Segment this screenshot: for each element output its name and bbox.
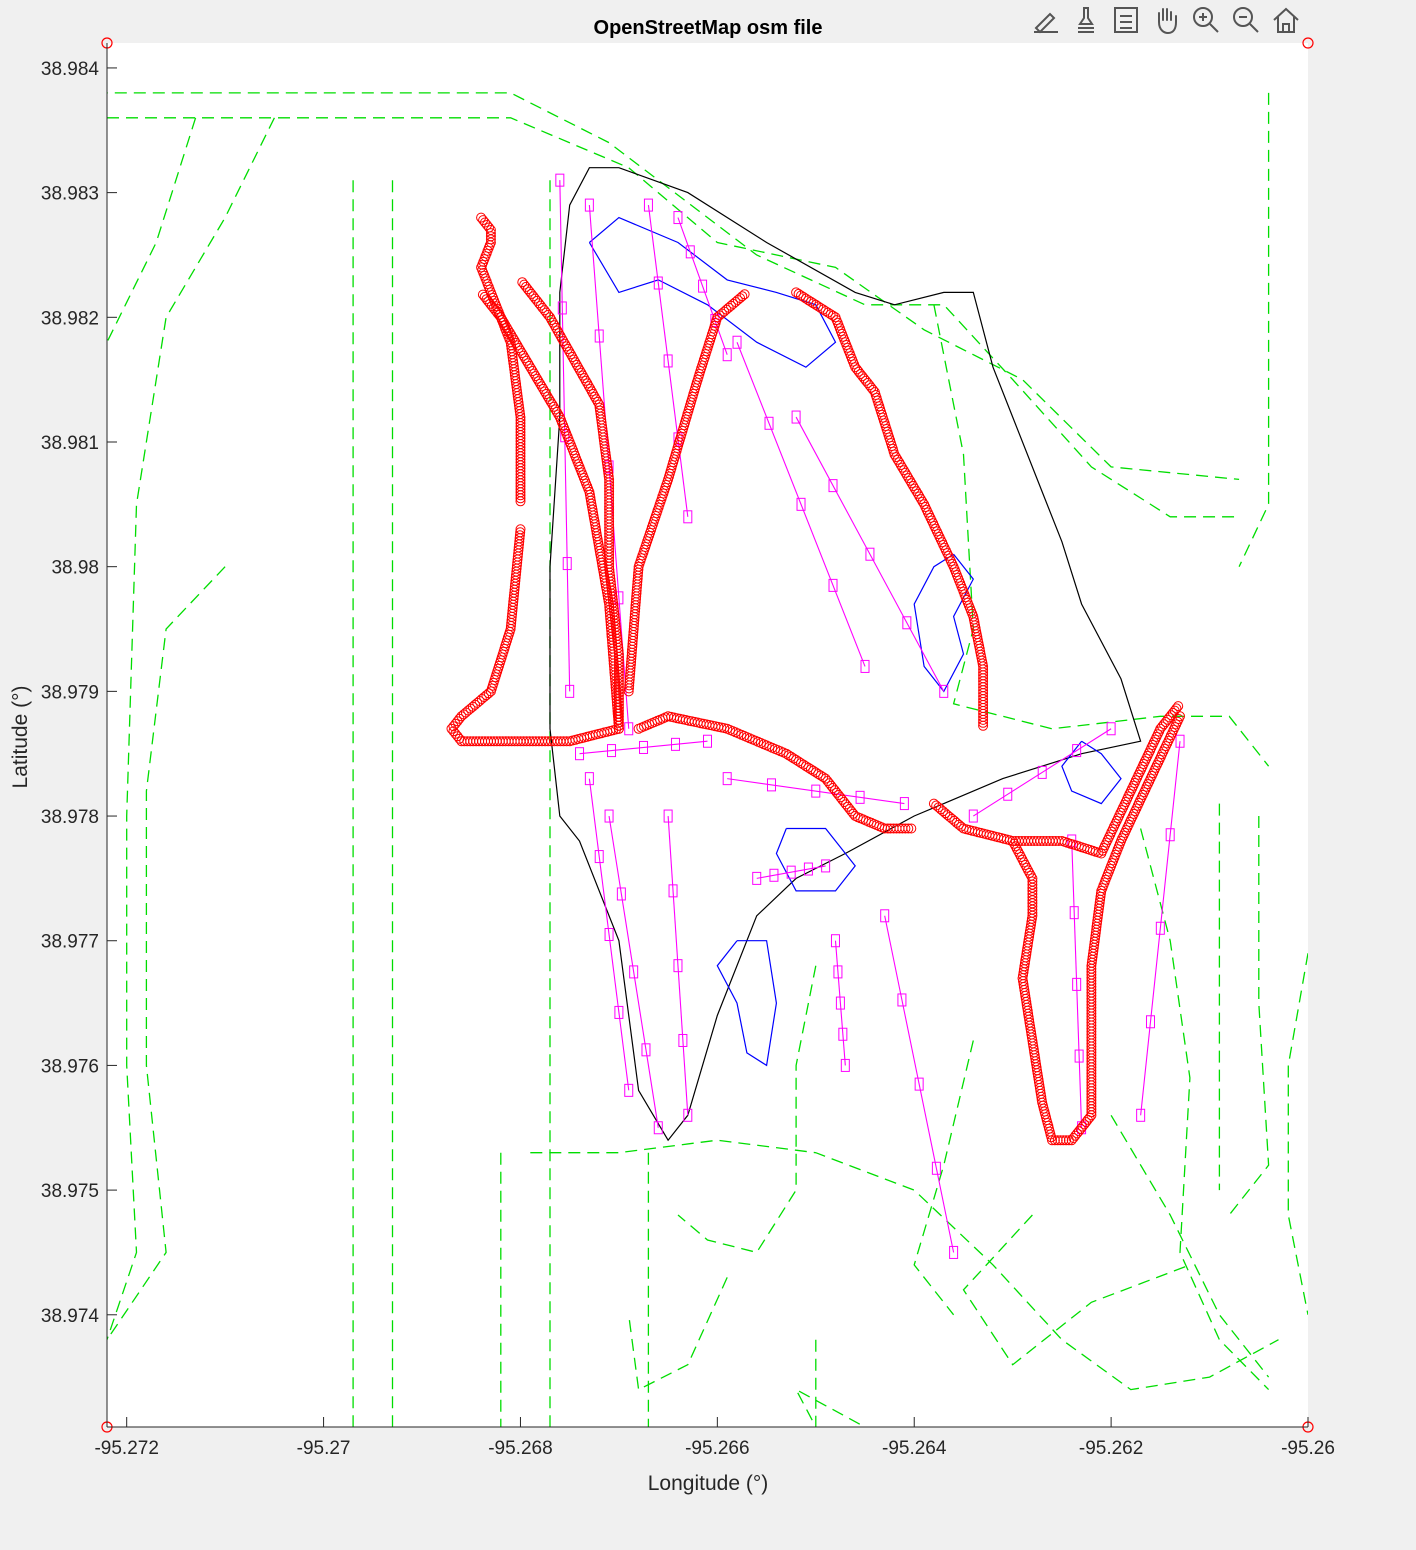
axes-toolbar <box>1028 2 1304 42</box>
x-tick-label-2: -95.268 <box>488 1438 552 1459</box>
y-tick-label-6: 38.98 <box>51 558 99 579</box>
x-axis-label: Longitude (°) <box>648 1472 768 1495</box>
y-tick-label-5: 38.979 <box>41 682 99 703</box>
legend-icon <box>1114 7 1138 33</box>
figure-title: OpenStreetMap osm file <box>594 17 823 39</box>
x-tick-label-5: -95.262 <box>1079 1438 1143 1459</box>
matlab-figure: -95.272 -95.27 -95.268 -95.266 -95.264 -95.26… <box>0 0 1416 1550</box>
x-tick-label-1: -95.27 <box>297 1438 351 1459</box>
y-tick-label-10: 38.984 <box>41 59 100 80</box>
zoom-in-button[interactable] <box>1188 2 1224 38</box>
y-tick-label-1: 38.975 <box>41 1181 99 1202</box>
restore-view-button[interactable] <box>1268 2 1304 38</box>
x-tick-label-0: -95.272 <box>94 1438 158 1459</box>
x-tick-label-6: -95.26 <box>1281 1438 1335 1459</box>
y-tick-label-2: 38.976 <box>41 1056 99 1077</box>
brush-select-icon <box>1034 12 1058 34</box>
x-tick-label-4: -95.264 <box>882 1438 947 1459</box>
zoom-in-icon <box>1193 7 1219 33</box>
data-tips-button[interactable] <box>1068 2 1104 38</box>
y-tick-label-8: 38.982 <box>41 308 99 329</box>
x-tick-label-3: -95.266 <box>685 1438 749 1459</box>
brush-select-button[interactable] <box>1028 2 1064 38</box>
legend-button[interactable] <box>1108 2 1144 38</box>
data-tips-icon <box>1078 7 1094 33</box>
y-tick-label-3: 38.977 <box>41 932 99 953</box>
y-tick-label-7: 38.981 <box>41 433 99 454</box>
y-tick-label-4: 38.978 <box>41 807 99 828</box>
home-restore-icon <box>1273 7 1299 33</box>
zoom-out-button[interactable] <box>1228 2 1264 38</box>
y-tick-label-0: 38.974 <box>41 1306 100 1327</box>
y-tick-label-9: 38.983 <box>41 184 99 205</box>
pan-hand-icon <box>1158 8 1177 35</box>
pan-button[interactable] <box>1148 2 1184 38</box>
y-axis-label: Latitude (°) <box>9 686 32 789</box>
zoom-out-icon <box>1233 7 1259 33</box>
